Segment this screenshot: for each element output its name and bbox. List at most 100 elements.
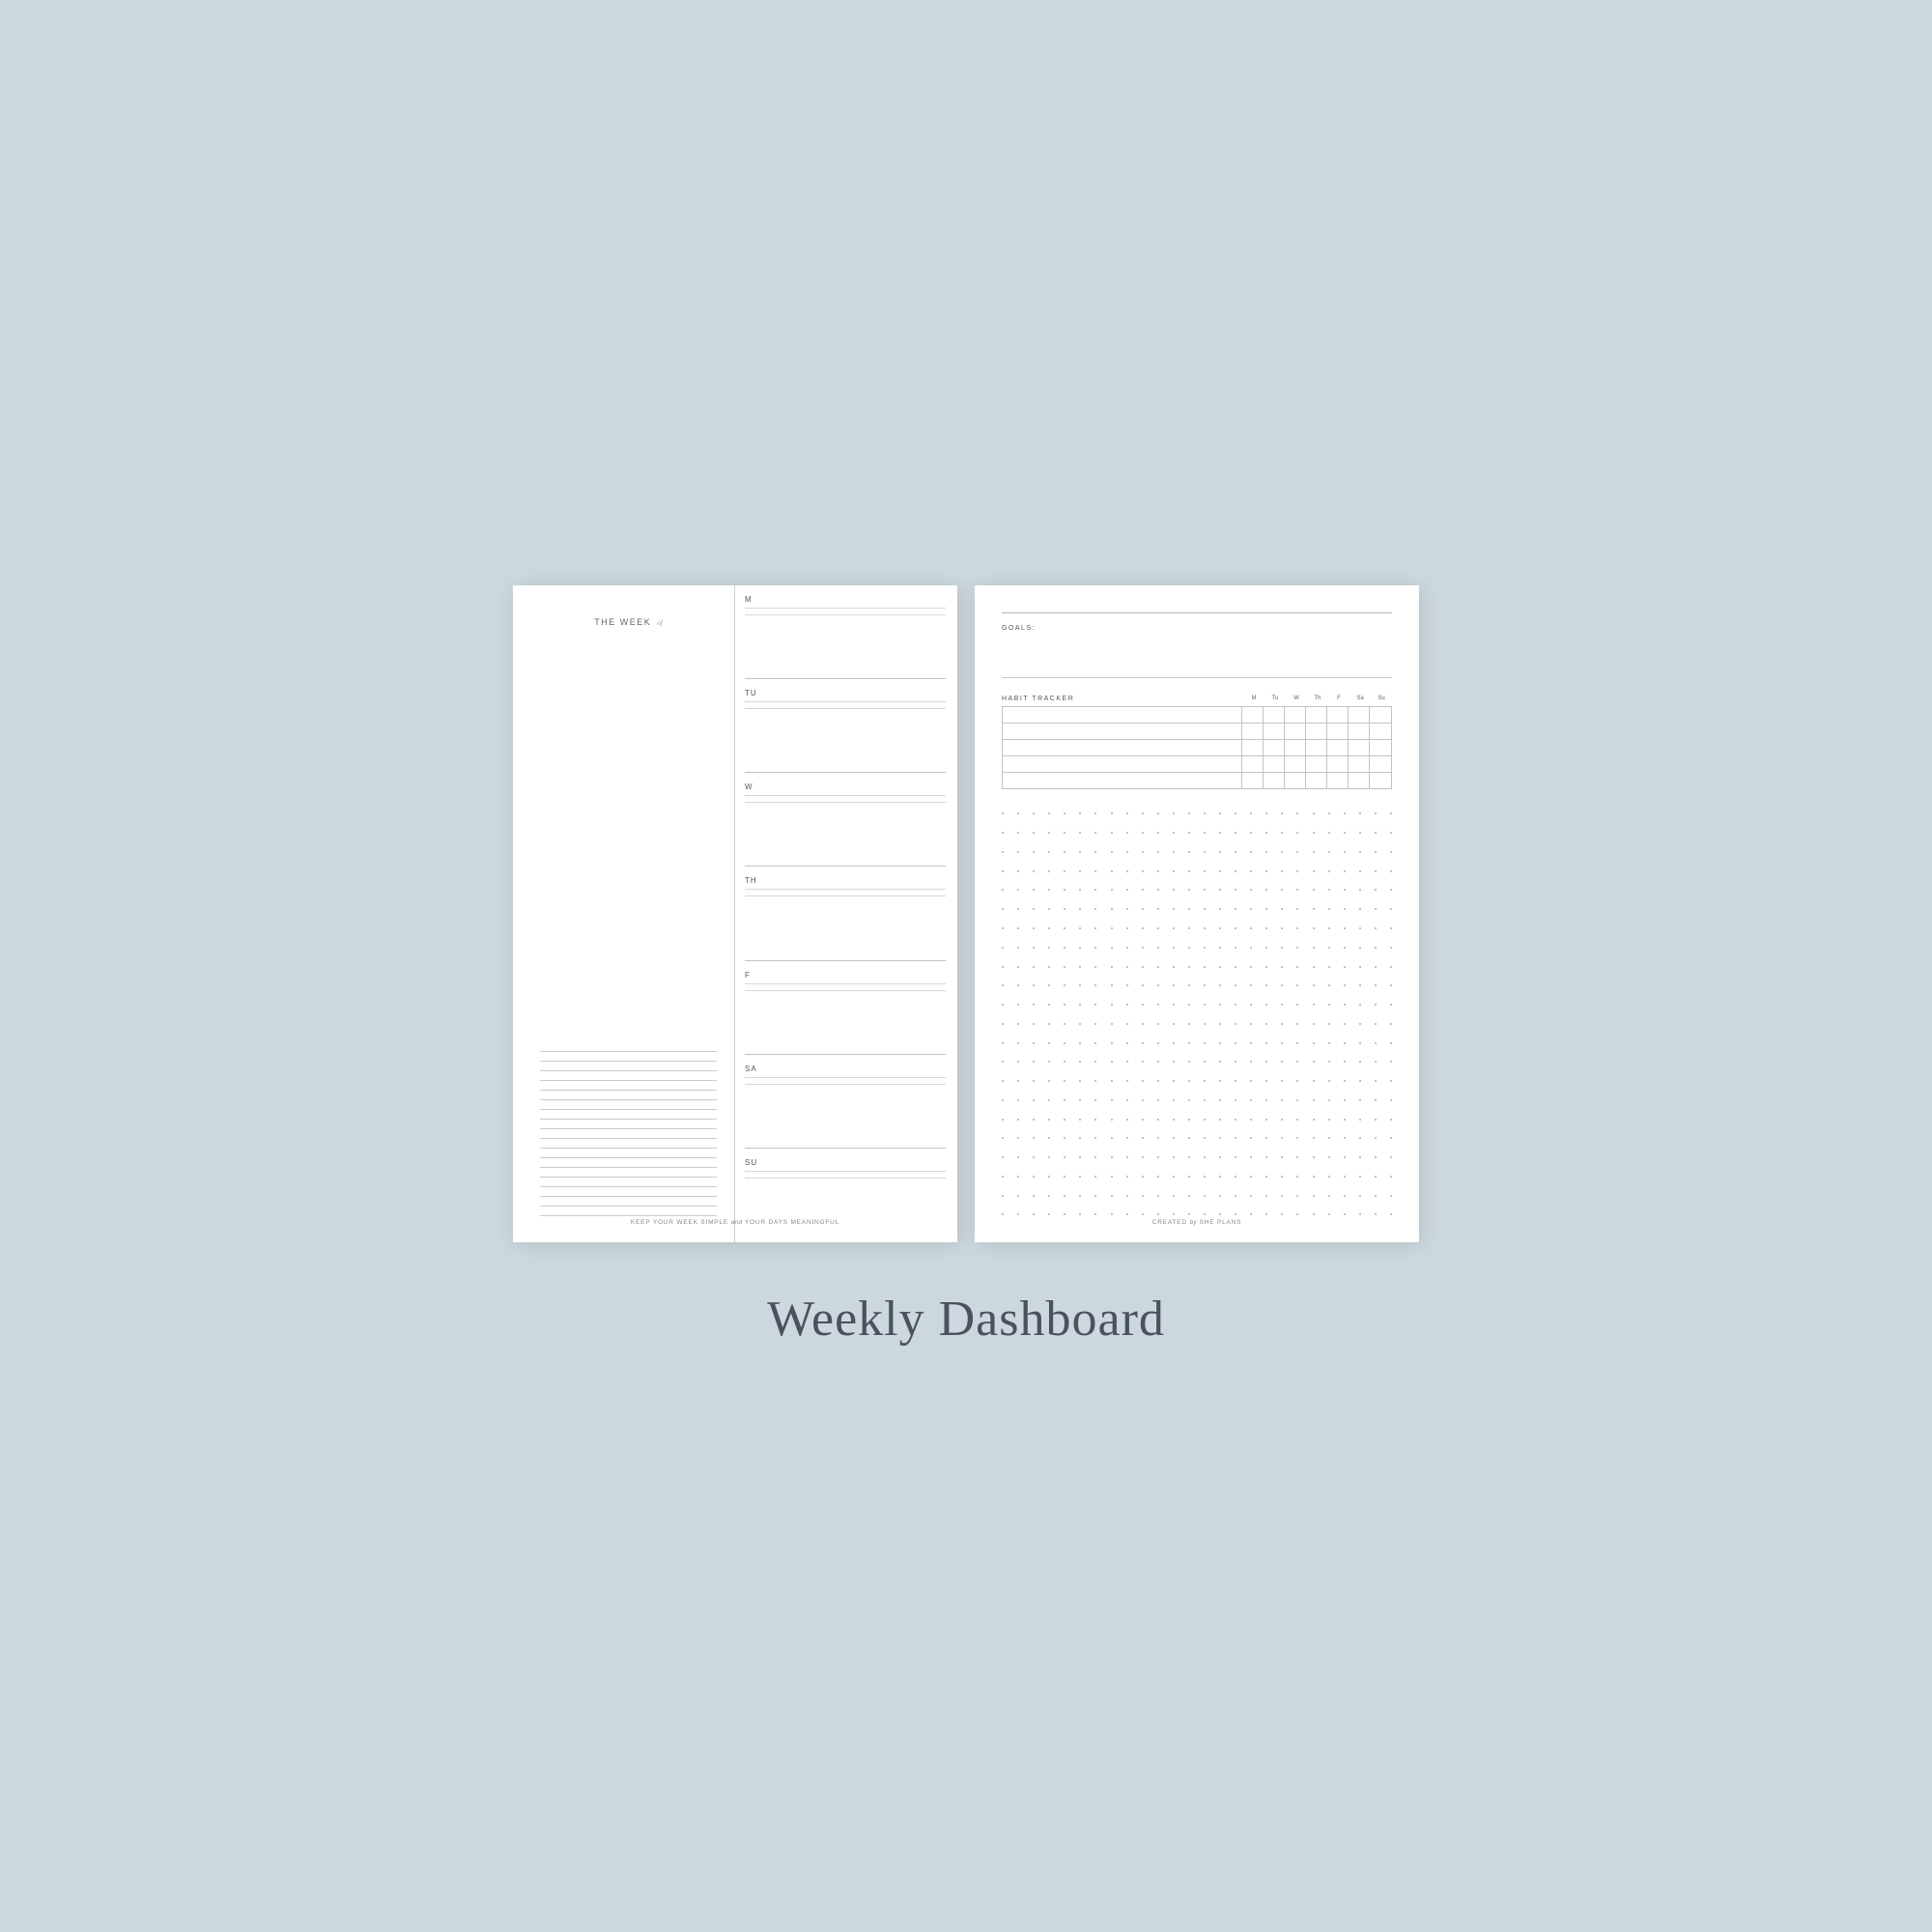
dot: [1094, 927, 1096, 929]
dot: [1313, 889, 1315, 891]
dot: [1328, 1080, 1330, 1082]
dot: [1048, 832, 1050, 834]
dot: [1111, 1119, 1113, 1121]
dot: [1344, 1042, 1346, 1044]
dot: [1375, 1023, 1377, 1025]
dot: [1188, 1061, 1190, 1063]
dot: [1219, 870, 1221, 872]
day-label: SU: [745, 1158, 946, 1167]
day-section: W: [745, 773, 946, 867]
dot: [1296, 1137, 1298, 1139]
dot: [1375, 1099, 1377, 1101]
dot: [1204, 1061, 1206, 1063]
dot: [1094, 851, 1096, 853]
day-label: TH: [745, 876, 946, 885]
habit-check-cell: [1306, 724, 1327, 739]
dot: [1188, 1195, 1190, 1197]
dot: [1173, 1004, 1175, 1006]
dot: [1235, 851, 1236, 853]
dot: [1359, 1137, 1361, 1139]
dot: [1111, 927, 1113, 929]
dot: [1094, 1176, 1096, 1178]
dot: [1002, 966, 1004, 968]
habit-day-col: Th: [1307, 696, 1328, 701]
dot: [1296, 851, 1298, 853]
dot: [1281, 1176, 1283, 1178]
dot: [1017, 1061, 1019, 1063]
dot: [1265, 870, 1267, 872]
dot: [1296, 870, 1298, 872]
dot: [1204, 1137, 1206, 1139]
dot: [1281, 812, 1283, 814]
dot: [1126, 851, 1128, 853]
dot: [1033, 966, 1035, 968]
dot: [1265, 1099, 1267, 1101]
dot: [1048, 1176, 1050, 1178]
dot: [1094, 1061, 1096, 1063]
dot: [1235, 984, 1236, 986]
dot: [1235, 966, 1236, 968]
dot: [1126, 908, 1128, 910]
dot: [1235, 1023, 1236, 1025]
dot: [1265, 947, 1267, 949]
dot: [1328, 1061, 1330, 1063]
dot: [1219, 1004, 1221, 1006]
dot: [1235, 1156, 1236, 1158]
dot: [1313, 851, 1315, 853]
dot: [1328, 812, 1330, 814]
sidebar-line: [540, 1206, 717, 1207]
dot: [1157, 1061, 1159, 1063]
dot: [1017, 1042, 1019, 1044]
dot: [1219, 889, 1221, 891]
dot: [1375, 966, 1377, 968]
dot: [1250, 1176, 1252, 1178]
sidebar-line: [540, 1080, 717, 1081]
page-title: Weekly Dashboard: [767, 1291, 1165, 1348]
dot: [1188, 870, 1190, 872]
dot-row: [1002, 1110, 1392, 1129]
dot: [1235, 870, 1236, 872]
habit-check-cell: [1327, 724, 1349, 739]
dot: [1219, 832, 1221, 834]
dot: [1359, 908, 1361, 910]
dot: [1173, 870, 1175, 872]
dot: [1390, 927, 1392, 929]
day-line: [745, 708, 946, 709]
habit-day-col: Sa: [1350, 696, 1371, 701]
day-line: [745, 614, 946, 615]
dot: [1265, 1156, 1267, 1158]
dot: [1344, 1023, 1346, 1025]
dot: [1079, 851, 1081, 853]
dot: [1250, 1156, 1252, 1158]
dot: [1204, 851, 1206, 853]
dot: [1002, 1156, 1004, 1158]
dot: [1002, 889, 1004, 891]
dot: [1250, 908, 1252, 910]
dot: [1173, 908, 1175, 910]
dot: [1204, 1042, 1206, 1044]
dot: [1142, 812, 1144, 814]
habit-day-col: M: [1243, 696, 1264, 701]
dot: [1250, 984, 1252, 986]
dot: [1204, 966, 1206, 968]
day-line: [745, 1084, 946, 1085]
dot: [1173, 812, 1175, 814]
dot: [1111, 1176, 1113, 1178]
dot: [1111, 984, 1113, 986]
dot: [1094, 947, 1096, 949]
dot: [1390, 1042, 1392, 1044]
dot: [1017, 1137, 1019, 1139]
dot: [1281, 1042, 1283, 1044]
dot: [1173, 1156, 1175, 1158]
dot: [1111, 1137, 1113, 1139]
dot: [1390, 1176, 1392, 1178]
dot: [1359, 1195, 1361, 1197]
dot: [1033, 1042, 1035, 1044]
dot: [1079, 1137, 1081, 1139]
dot: [1344, 908, 1346, 910]
dot: [1204, 832, 1206, 834]
dot: [1265, 889, 1267, 891]
dot: [1265, 832, 1267, 834]
dot: [1157, 1004, 1159, 1006]
dot: [1344, 812, 1346, 814]
